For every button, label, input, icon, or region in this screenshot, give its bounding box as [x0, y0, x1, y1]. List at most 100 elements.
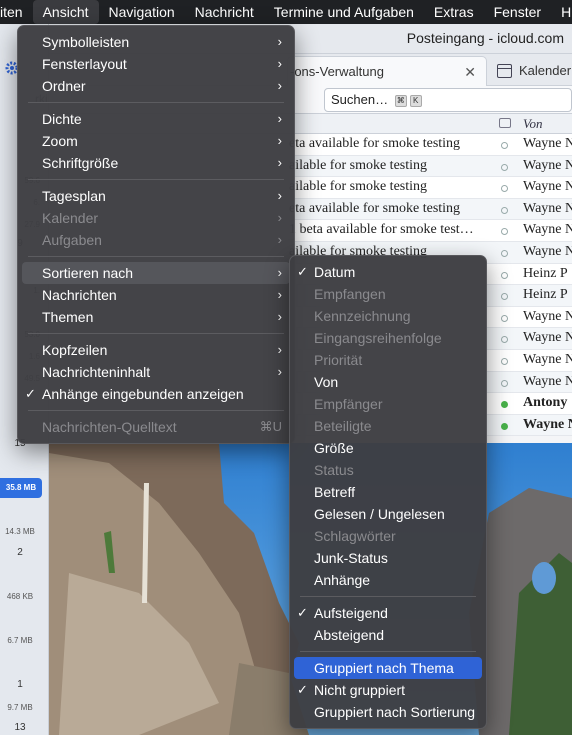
sort-item-ascending[interactable]: ✓ Aufsteigend [290, 602, 486, 624]
sort-item-from[interactable]: Von [290, 371, 486, 393]
menu-item-sort-by[interactable]: Sortieren nach › [22, 262, 290, 284]
message-from: Wayne N [523, 351, 572, 367]
menu-nachricht[interactable]: Nachricht [185, 0, 264, 24]
sort-item-received: Empfangen [290, 283, 486, 305]
read-status-icon[interactable] [501, 206, 508, 214]
message-from: Antony [523, 395, 568, 411]
menu-item-font-size[interactable]: Schriftgröße › [18, 152, 294, 174]
sort-item-threaded[interactable]: Gruppiert nach Thema [294, 657, 482, 679]
menu-item-toolbars[interactable]: Symbolleisten › [18, 31, 294, 53]
sort-item-junk[interactable]: Junk-Status [290, 547, 486, 569]
menu-item-label: Kalender [42, 210, 99, 226]
menu-item-folders[interactable]: Ordner › [18, 75, 294, 97]
chevron-right-icon: › [277, 287, 282, 302]
menu-item-messages[interactable]: Nachrichten › [18, 284, 294, 306]
folder-count: 1 [17, 679, 23, 690]
read-status-icon[interactable] [501, 293, 508, 301]
menu-item-label: Gruppiert nach Sortierung [314, 704, 476, 720]
read-status-icon[interactable] [501, 401, 508, 409]
tab-addons[interactable]: -ons-Verwaltung ✕ [287, 56, 487, 86]
read-status-icon[interactable] [501, 163, 508, 171]
menu-separator [28, 410, 284, 411]
menu-item-label: Schlagwörter [314, 528, 396, 544]
menu-item-headers[interactable]: Kopfzeilen › [18, 339, 294, 361]
read-status-icon[interactable] [501, 142, 508, 149]
menu-item-attachments-inline[interactable]: ✓ Anhänge eingebunden anzeigen [18, 383, 294, 405]
menu-item-today[interactable]: Tagesplan › [18, 185, 294, 207]
menu-item-density[interactable]: Dichte › [18, 108, 294, 130]
menu-item-label: Ordner [42, 78, 86, 94]
sort-item-date[interactable]: ✓ Datum [290, 261, 486, 283]
menu-item-body[interactable]: Nachrichteninhalt › [18, 361, 294, 383]
menu-item-zoom[interactable]: Zoom › [18, 130, 294, 152]
menu-item-label: Anhänge eingebunden anzeigen [42, 386, 244, 402]
menu-item-label: Kennzeichnung [314, 308, 411, 324]
read-status-icon[interactable] [501, 249, 508, 257]
column-header-from[interactable]: Von [523, 116, 543, 132]
sort-item-status: Status [290, 459, 486, 481]
read-status-column-icon[interactable] [499, 118, 511, 128]
checkmark-icon: ✓ [25, 386, 36, 401]
menu-hilfe[interactable]: Hilf [551, 0, 572, 24]
shortcut-label: ⌘U [259, 419, 282, 434]
folder-size: 14.3 MB [5, 527, 35, 536]
sort-item-subject[interactable]: Betreff [290, 481, 486, 503]
menu-ablage[interactable]: iten [0, 0, 33, 24]
selected-folder-size[interactable]: 35.8 MB [0, 478, 42, 498]
menu-item-label: Status [314, 462, 354, 478]
menu-item-layout[interactable]: Fensterlayout › [18, 53, 294, 75]
menu-item-label: Eingangsreihenfolge [314, 330, 442, 346]
shortcut-key: K [409, 94, 422, 107]
sort-item-unthreaded[interactable]: ✓ Nicht gruppiert [290, 679, 486, 701]
sort-item-order-received: Eingangsreihenfolge [290, 327, 486, 349]
close-icon[interactable]: ✕ [464, 57, 476, 87]
message-from: Wayne N [523, 222, 572, 238]
menu-termine[interactable]: Termine und Aufgaben [264, 0, 424, 24]
menu-separator [300, 596, 476, 597]
folder-count: 13 [14, 722, 26, 733]
shortcut-key: ⌘ [394, 94, 407, 107]
menu-item-label: Datum [314, 264, 356, 280]
read-status-icon[interactable] [501, 228, 508, 236]
sort-item-attachments[interactable]: Anhänge [290, 569, 486, 591]
sort-item-read[interactable]: Gelesen / Ungelesen [290, 503, 486, 525]
chevron-right-icon: › [277, 111, 282, 126]
menu-item-label: Von [314, 374, 339, 390]
tab-addons-label: -ons-Verwaltung [290, 64, 384, 79]
menu-item-label: Kopfzeilen [42, 342, 108, 358]
menu-item-label: Nachrichten [42, 287, 117, 303]
menu-extras[interactable]: Extras [424, 0, 484, 24]
menu-item-label: Nachrichten-Quelltext [42, 419, 177, 435]
read-status-icon[interactable] [501, 357, 508, 365]
ansicht-menu: Symbolleisten › Fensterlayout › Ordner › Di… [17, 25, 295, 444]
sort-item-grouped[interactable]: Gruppiert nach Sortierung [290, 701, 486, 723]
menu-item-tasks: Aufgaben › [18, 229, 294, 251]
menu-separator [28, 102, 284, 103]
tab-calendar[interactable]: Kalender [489, 56, 572, 86]
sort-item-participants: Beteiligte [290, 415, 486, 437]
menu-item-label: Zoom [42, 133, 78, 149]
sort-item-flag: Kennzeichnung [290, 305, 486, 327]
read-status-icon[interactable] [501, 271, 508, 279]
chevron-right-icon: › [277, 155, 282, 170]
menu-navigation[interactable]: Navigation [99, 0, 185, 24]
menu-ansicht[interactable]: Ansicht [32, 0, 99, 24]
read-status-icon[interactable] [501, 336, 508, 344]
menu-fenster[interactable]: Fenster [484, 0, 551, 24]
folder-size: 6.7 MB [7, 636, 33, 645]
search-input[interactable]: Suchen… ⌘ K [324, 88, 572, 112]
tab-calendar-label: Kalender [519, 63, 572, 78]
sort-item-descending[interactable]: Absteigend [290, 624, 486, 646]
folder-size: 9.7 MB [7, 703, 33, 712]
read-status-icon[interactable] [501, 422, 508, 430]
menu-item-threads[interactable]: Themen › [18, 306, 294, 328]
menu-separator [28, 333, 284, 334]
read-status-icon[interactable] [501, 379, 508, 387]
menu-item-label: Priorität [314, 352, 363, 368]
read-status-icon[interactable] [501, 314, 508, 322]
message-subject: eta available for smoke testing [289, 200, 461, 216]
sort-item-size[interactable]: Größe [290, 437, 486, 459]
read-status-icon[interactable] [501, 185, 508, 193]
menu-item-label: Dichte [42, 111, 82, 127]
menu-item-label: Aufsteigend [314, 605, 388, 621]
